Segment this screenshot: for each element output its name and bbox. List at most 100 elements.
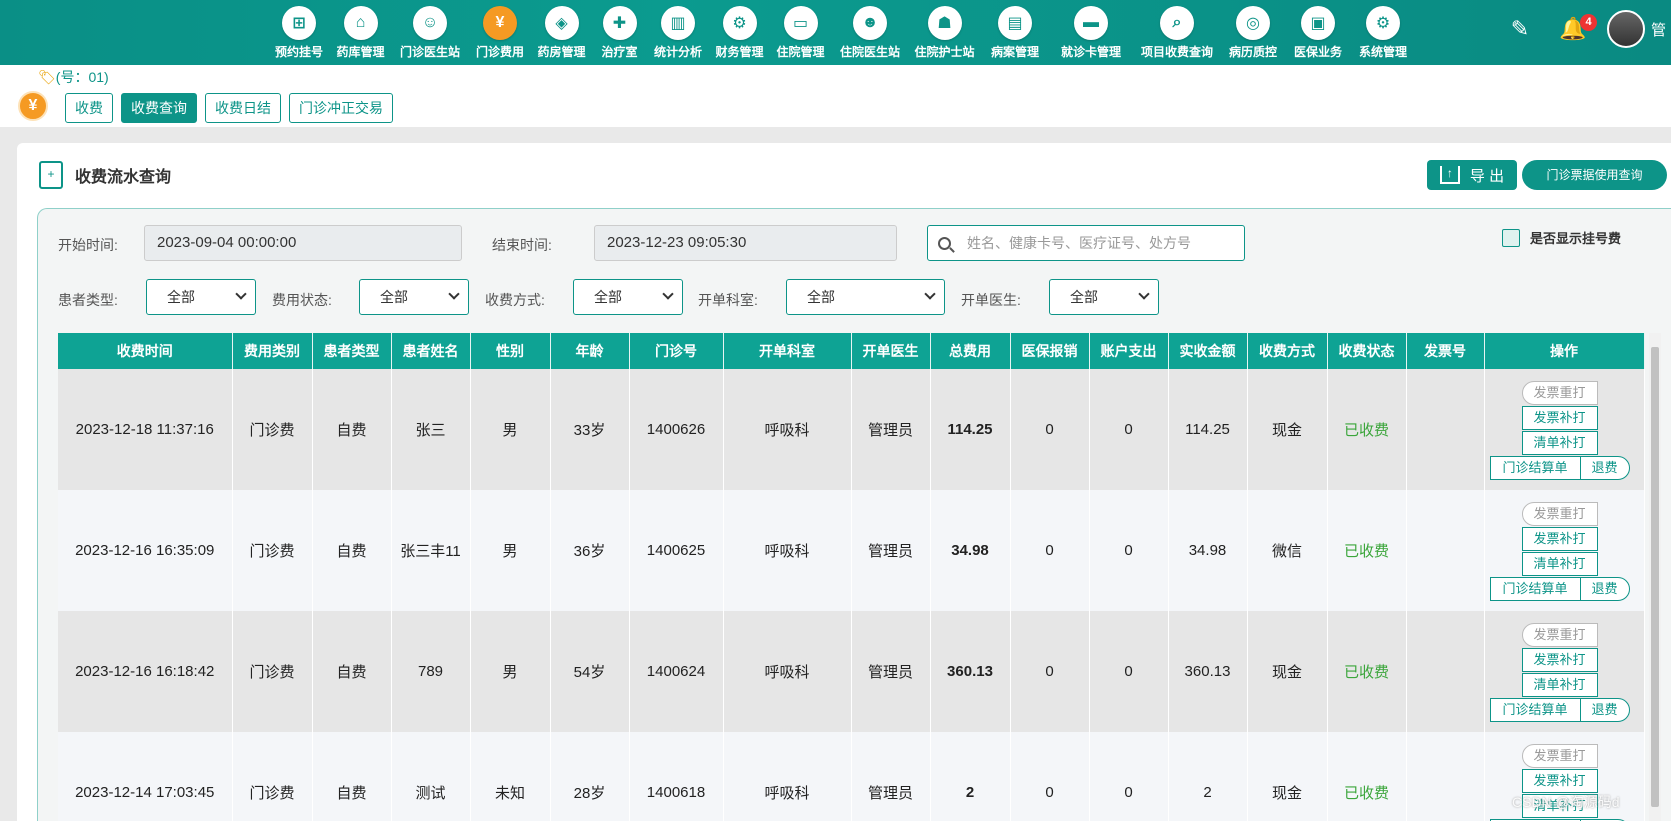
nav-item-6[interactable]: ▥ 统计分析 xyxy=(647,6,709,60)
scrollbar-thumb[interactable] xyxy=(1651,347,1659,807)
column-header: 账户支出 xyxy=(1089,333,1169,369)
gear-coin-icon: ⚙ xyxy=(722,6,757,40)
refund-button[interactable]: 退费 xyxy=(1579,576,1630,601)
reprint-invoice-button[interactable]: 发票重打 xyxy=(1521,501,1598,526)
table-body: 2023-12-18 11:37:16 门诊费 自费 张三男 33岁 1400626 呼吸科… xyxy=(58,369,1645,821)
cell-dept: 呼吸科 xyxy=(723,369,852,490)
list-print-button[interactable]: 清单补打 xyxy=(1521,672,1598,697)
cell-category: 门诊费 xyxy=(232,611,313,732)
column-header: 医保报销 xyxy=(1010,333,1090,369)
tab-reversal[interactable]: 门诊冲正交易 xyxy=(289,93,393,123)
nav-item-16[interactable]: ⚙ 系统管理 xyxy=(1352,6,1414,60)
cell-account: 0 xyxy=(1089,369,1169,490)
nav-item-1[interactable]: ⌂ 药库管理 xyxy=(330,6,391,60)
doctor-select[interactable]: 全部 xyxy=(1049,279,1159,315)
table-row[interactable]: 2023-12-16 16:35:09 门诊费 自费 张三丰11 男 36岁 1400625… xyxy=(58,490,1645,611)
doctor-card-icon: ☻ xyxy=(853,6,887,40)
nav-label: 统计分析 xyxy=(653,45,702,59)
pay-method-select[interactable]: 全部 xyxy=(573,279,683,315)
nav-item-13[interactable]: ⌕ 项目收费查询 xyxy=(1132,6,1222,60)
avatar[interactable] xyxy=(1607,10,1645,48)
nav-item-11[interactable]: ▤ 病案管理 xyxy=(980,6,1050,60)
cell-insurance: 0 xyxy=(1010,611,1090,732)
settlement-button[interactable]: 门诊结算单 xyxy=(1489,455,1581,480)
nav-item-2[interactable]: ☺ 门诊医生站 xyxy=(391,6,469,60)
cell-invoice xyxy=(1406,490,1485,611)
settlement-button[interactable]: 门诊结算单 xyxy=(1489,697,1581,722)
supplement-invoice-button[interactable]: 发票补打 xyxy=(1521,768,1598,793)
list-print-button[interactable]: 清单补打 xyxy=(1521,430,1598,455)
export-button[interactable]: ↑ 导 出 xyxy=(1427,160,1517,190)
chevron-down-icon xyxy=(662,288,674,300)
column-header: 收费时间 xyxy=(58,333,233,369)
cell-method: 现金 xyxy=(1247,611,1328,732)
refund-button[interactable]: 退费 xyxy=(1579,697,1630,722)
nav-item-15[interactable]: ▣ 医保业务 xyxy=(1284,6,1352,60)
table-row[interactable]: 2023-12-18 11:37:16 门诊费 自费 张三男 33岁 1400626 呼吸科… xyxy=(58,369,1645,490)
nav-item-0[interactable]: ⊞ 预约挂号 xyxy=(268,6,330,60)
tab-charge-query[interactable]: 收费查询 xyxy=(121,93,197,123)
tab-charge[interactable]: 收费 xyxy=(65,93,113,123)
show-reg-fee-checkbox[interactable] xyxy=(1502,228,1520,247)
user-name[interactable]: 管 xyxy=(1651,19,1671,40)
cell-invoice xyxy=(1406,732,1485,821)
nav-item-14[interactable]: ◎ 病历质控 xyxy=(1222,6,1284,60)
settlement-button[interactable]: 门诊结算单 xyxy=(1489,576,1581,601)
breadcrumb-text: (号：01) xyxy=(55,69,109,85)
nav-item-5[interactable]: ✚ 治疗室 xyxy=(592,6,647,60)
column-header: 实收金额 xyxy=(1168,333,1248,369)
ticket-query-button[interactable]: 门诊票据使用查询 xyxy=(1522,160,1667,190)
supplement-invoice-button[interactable]: 发票补打 xyxy=(1521,526,1598,551)
dept-label: 开单科室: xyxy=(698,292,758,308)
cell-account: 0 xyxy=(1089,490,1169,611)
reprint-invoice-button[interactable]: 发票重打 xyxy=(1521,743,1598,768)
nav-item-4[interactable]: ◈ 药房管理 xyxy=(531,6,592,60)
list-print-button[interactable]: 清单补打 xyxy=(1521,551,1598,576)
end-time-input[interactable]: 2023-12-23 09:05:30 xyxy=(594,225,897,261)
start-time-input[interactable]: 2023-09-04 00:00:00 xyxy=(144,225,462,261)
cell-ptype: 自费 xyxy=(312,732,392,821)
tab-daily-settlement[interactable]: 收费日结 xyxy=(205,93,281,123)
pay-method-value: 全部 xyxy=(594,289,622,305)
dept-select[interactable]: 全部 xyxy=(786,279,945,315)
table-row[interactable]: 2023-12-16 16:18:42 门诊费 自费 789 男 54岁 1400624 呼吸… xyxy=(58,611,1645,732)
cell-age: 33岁 xyxy=(550,369,630,490)
reprint-invoice-button[interactable]: 发票重打 xyxy=(1521,622,1598,647)
patient-type-label: 患者类型: xyxy=(58,292,118,308)
dept-value: 全部 xyxy=(807,289,835,305)
end-time-label: 结束时间: xyxy=(492,237,552,253)
table-row[interactable]: 2023-12-14 17:03:45 门诊费 自费 测试 未知 28岁 1400618 呼吸… xyxy=(58,732,1645,821)
supplement-invoice-button[interactable]: 发票补打 xyxy=(1521,405,1598,430)
cell-gender: 男 xyxy=(470,490,551,611)
nav-item-7[interactable]: ⚙ 财务管理 xyxy=(709,6,770,60)
nav-item-3[interactable]: ¥ 门诊费用 xyxy=(469,6,531,60)
refund-button[interactable]: 退费 xyxy=(1579,455,1630,480)
nav-item-12[interactable]: ▬ 就诊卡管理 xyxy=(1050,6,1132,60)
fee-status-select[interactable]: 全部 xyxy=(359,279,469,315)
supplement-invoice-button[interactable]: 发票补打 xyxy=(1521,647,1598,672)
nav-item-8[interactable]: ▭ 住院管理 xyxy=(770,6,831,60)
nav-item-10[interactable]: ☗ 住院护士站 xyxy=(909,6,980,60)
show-reg-fee-label: 是否显示挂号费 xyxy=(1530,231,1622,246)
nav-item-9[interactable]: ☻ 住院医生站 xyxy=(831,6,909,60)
nav-label: 门诊费用 xyxy=(475,45,524,59)
cell-clinic-no: 1400624 xyxy=(629,611,724,732)
patient-type-select[interactable]: 全部 xyxy=(146,279,256,315)
show-reg-fee-option[interactable]: 是否显示挂号费 xyxy=(1502,228,1621,247)
cell-received: 114.25 xyxy=(1168,369,1248,490)
cell-account: 0 xyxy=(1089,611,1169,732)
warehouse-icon: ⌂ xyxy=(343,6,378,40)
export-label: 导 出 xyxy=(1469,167,1505,185)
reprint-invoice-button[interactable]: 发票重打 xyxy=(1521,380,1598,405)
column-header: 患者类型 xyxy=(312,333,392,369)
nav-label: 药库管理 xyxy=(336,45,385,59)
cell-age: 54岁 xyxy=(550,611,630,732)
cell-doctor: 管理员 xyxy=(851,732,931,821)
search-input[interactable]: 姓名、健康卡号、医疗证号、处方号 xyxy=(927,225,1245,261)
pencil-icon[interactable]: ✎ xyxy=(1505,16,1535,42)
scrollbar[interactable] xyxy=(1649,333,1661,821)
doctor-value: 全部 xyxy=(1070,289,1098,305)
column-header: 开单科室 xyxy=(723,333,852,369)
bell-icon[interactable]: 🔔 4 xyxy=(1559,14,1597,42)
cell-gender: 男 xyxy=(470,611,551,732)
